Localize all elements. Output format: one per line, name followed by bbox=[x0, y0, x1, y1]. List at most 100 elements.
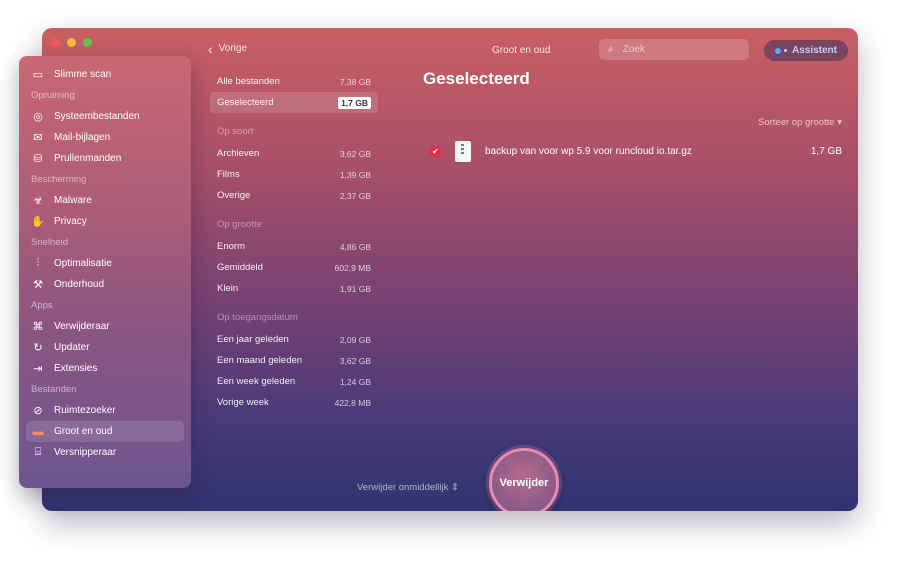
file-row[interactable]: ✔ backup van voor wp 5.9 voor runcloud i… bbox=[430, 138, 842, 164]
category-label: Alle bestanden bbox=[217, 76, 280, 87]
checkmark-icon: ✔ bbox=[432, 146, 439, 156]
category-size: 2,37 GB bbox=[339, 190, 371, 201]
sidebar-item-system-files[interactable]: ◎ Systeembestanden bbox=[19, 106, 191, 127]
sidebar-item-updater[interactable]: ↻ Updater bbox=[19, 337, 191, 358]
space-lens-icon: ⊘ bbox=[33, 405, 43, 417]
sidebar-item-label: Malware bbox=[54, 195, 92, 206]
file-name: backup van voor wp 5.9 voor runcloud io.… bbox=[485, 145, 692, 157]
category-selected[interactable]: Geselecteerd 1,7 GB bbox=[210, 92, 378, 113]
shredder-icon: ⌸ bbox=[34, 446, 42, 458]
category-label: Vorige week bbox=[217, 397, 269, 408]
back-label: Vorige bbox=[218, 43, 248, 54]
sidebar-section-title: Bestanden bbox=[31, 384, 77, 395]
sliders-icon: ⫶ bbox=[36, 257, 40, 269]
category-medium[interactable]: Gemiddeld 602,9 MB bbox=[210, 257, 378, 278]
category-size: 1,91 GB bbox=[339, 283, 371, 294]
sidebar-item-mail-attachments[interactable]: ✉ Mail-bijlagen bbox=[19, 127, 191, 148]
category-label: Gemiddeld bbox=[217, 262, 263, 273]
sidebar-item-label: Verwijderaar bbox=[54, 321, 110, 332]
category-size-badge: 1,7 GB bbox=[338, 96, 371, 109]
archive-file-icon bbox=[455, 140, 471, 162]
category-label: Geselecteerd bbox=[217, 97, 274, 108]
remove-mode-label: Verwijder onmiddellijk bbox=[357, 482, 449, 493]
category-month-ago[interactable]: Een maand geleden 3,62 GB bbox=[210, 350, 378, 371]
sidebar-item-space-lens[interactable]: ⊘ Ruimtezoeker bbox=[19, 400, 191, 421]
sidebar-item-label: Groot en oud bbox=[54, 426, 113, 437]
sidebar-item-maintenance[interactable]: ⚒ Onderhoud bbox=[19, 274, 191, 295]
file-checkbox[interactable]: ✔ bbox=[430, 145, 441, 157]
sidebar-item-label: Extensies bbox=[54, 363, 98, 374]
remove-mode-dropdown[interactable]: Verwijder onmiddellijk ⇕ bbox=[357, 482, 459, 493]
category-archives[interactable]: Archieven 3,62 GB bbox=[210, 143, 378, 164]
category-size: 3,62 GB bbox=[339, 148, 371, 159]
category-last-week[interactable]: Vorige week 422,8 MB bbox=[210, 392, 378, 413]
assistant-status-icon bbox=[774, 47, 781, 54]
category-year-ago[interactable]: Een jaar geleden 2,09 GB bbox=[210, 329, 378, 350]
chevron-left-icon: ‹ bbox=[208, 40, 213, 57]
sidebar-item-label: Versnipperaar bbox=[54, 447, 117, 458]
chevron-down-icon: ▾ bbox=[837, 117, 842, 128]
category-week-ago[interactable]: Een week geleden 1,24 GB bbox=[210, 371, 378, 392]
category-section-title: Op soort bbox=[217, 126, 254, 137]
scan-icon: ▭ bbox=[32, 69, 44, 81]
folder-icon: ▬ bbox=[32, 425, 44, 438]
sort-dropdown[interactable]: Sorteer op grootte ▾ bbox=[758, 117, 842, 128]
sidebar-section-title: Bescherming bbox=[31, 174, 87, 185]
sort-label: Sorteer op grootte bbox=[758, 117, 835, 128]
extensions-icon: ⇥ bbox=[33, 363, 43, 375]
category-other[interactable]: Overige 2,37 GB bbox=[210, 185, 378, 206]
sidebar-item-smart-scan[interactable]: ▭ Slimme scan bbox=[19, 64, 191, 85]
sidebar-item-uninstaller[interactable]: ⌘ Verwijderaar bbox=[19, 316, 191, 337]
category-size: 7,38 GB bbox=[339, 76, 371, 87]
assistant-button[interactable]: Assistent bbox=[764, 40, 848, 61]
trash-icon: ⛁ bbox=[33, 153, 43, 165]
category-size: 422,8 MB bbox=[334, 397, 371, 408]
category-all-files[interactable]: Alle bestanden 7,38 GB bbox=[210, 71, 378, 92]
category-size: 1,24 GB bbox=[339, 376, 371, 387]
back-button[interactable]: ‹ Vorige bbox=[208, 40, 248, 57]
sidebar-item-label: Systeembestanden bbox=[54, 111, 140, 122]
sidebar-item-malware[interactable]: ☣ Malware bbox=[19, 190, 191, 211]
file-size: 1,7 GB bbox=[810, 145, 842, 157]
sidebar-item-label: Optimalisatie bbox=[54, 258, 112, 269]
search-box[interactable]: ⌕ bbox=[599, 39, 749, 60]
sidebar-item-label: Onderhoud bbox=[54, 279, 105, 290]
wrench-icon: ⚒ bbox=[33, 279, 43, 291]
category-size: 1,39 GB bbox=[339, 169, 371, 180]
search-icon: ⌕ bbox=[608, 44, 614, 55]
sidebar-item-label: Slimme scan bbox=[54, 69, 112, 80]
category-small[interactable]: Klein 1,91 GB bbox=[210, 278, 378, 299]
category-label: Films bbox=[217, 169, 240, 180]
chevron-updown-icon: ⇕ bbox=[451, 482, 459, 493]
sidebar-item-large-old-files[interactable]: ▬ Groot en oud bbox=[26, 421, 184, 442]
sidebar-item-trash-bins[interactable]: ⛁ Prullenmanden bbox=[19, 148, 191, 169]
sidebar-item-extensions[interactable]: ⇥ Extensies bbox=[19, 358, 191, 379]
remove-button[interactable]: Verwijder bbox=[489, 448, 559, 511]
category-section-title: Op grootte bbox=[217, 219, 262, 230]
sidebar-item-optimization[interactable]: ⫶ Optimalisatie bbox=[19, 253, 191, 274]
category-movies[interactable]: Films 1,39 GB bbox=[210, 164, 378, 185]
category-huge[interactable]: Enorm 4,86 GB bbox=[210, 236, 378, 257]
sidebar-section-title: Snelheid bbox=[31, 237, 68, 248]
category-size: 2,09 GB bbox=[339, 334, 371, 345]
assistant-label: Assistent bbox=[791, 45, 837, 56]
sidebar-item-label: Ruimtezoeker bbox=[54, 405, 116, 416]
biohazard-icon: ☣ bbox=[33, 195, 43, 207]
hand-icon: ✋ bbox=[31, 216, 45, 228]
sidebar-item-shredder[interactable]: ⌸ Versnipperaar bbox=[19, 442, 191, 463]
category-label: Overige bbox=[217, 190, 251, 201]
system-files-icon: ◎ bbox=[33, 111, 43, 123]
category-list: Alle bestanden 7,38 GB Geselecteerd 1,7 … bbox=[210, 71, 378, 413]
sidebar-item-label: Mail-bijlagen bbox=[54, 132, 111, 143]
assistant-dot-icon bbox=[783, 49, 787, 52]
category-label: Enorm bbox=[217, 241, 245, 252]
sidebar-item-label: Privacy bbox=[54, 216, 87, 227]
category-label: Archieven bbox=[217, 148, 260, 159]
category-label: Een jaar geleden bbox=[217, 334, 289, 345]
category-size: 602,9 MB bbox=[334, 262, 371, 273]
search-input[interactable] bbox=[622, 44, 723, 55]
uninstaller-icon: ⌘ bbox=[32, 321, 44, 333]
page-title: Geselecteerd bbox=[423, 69, 530, 88]
sidebar-item-privacy[interactable]: ✋ Privacy bbox=[19, 211, 191, 232]
category-label: Een maand geleden bbox=[217, 355, 303, 366]
